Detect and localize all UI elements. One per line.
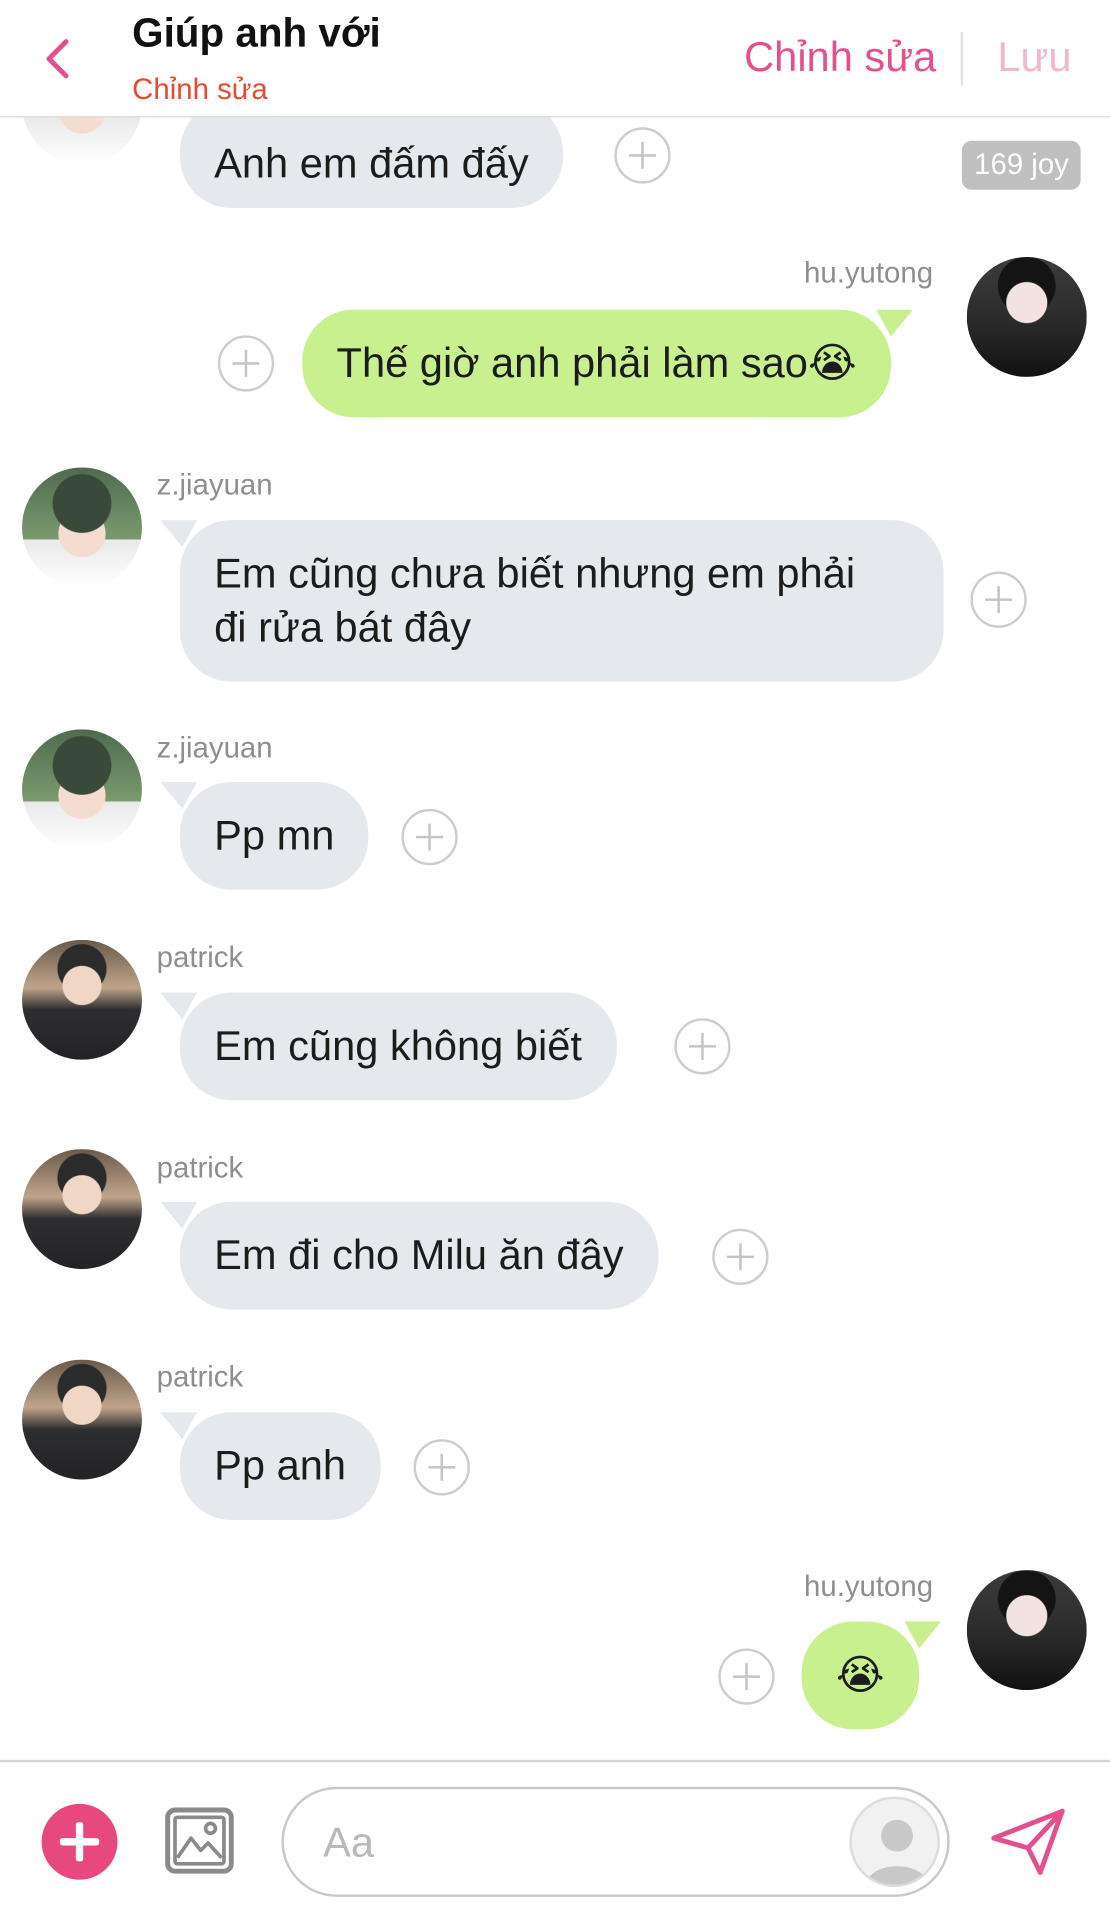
bubble-tail-icon: [160, 992, 198, 1020]
add-attachment-button[interactable]: [41, 1803, 118, 1880]
bubble-tail-icon: [904, 1621, 941, 1649]
react-plus-button[interactable]: [413, 1439, 470, 1496]
chat-title: Giúp anh với: [132, 9, 381, 56]
message-text-line: Em cũng chưa biết nhưng em phải: [214, 550, 856, 598]
avatar-z-jiayuan[interactable]: [22, 729, 142, 850]
react-plus-button[interactable]: [718, 1648, 775, 1705]
sender-name: patrick: [156, 1151, 244, 1185]
message-input[interactable]: [323, 1813, 838, 1873]
message-bubble[interactable]: Em cũng không biết: [160, 992, 617, 1101]
message-input-container: [281, 1786, 950, 1897]
message-bubble[interactable]: Pp anh: [160, 1412, 381, 1520]
composer-bar: [0, 1759, 1110, 1920]
react-plus-button[interactable]: [217, 335, 275, 392]
message-bubble[interactable]: Em cũng chưa biết nhưng em phải đi rửa b…: [160, 520, 944, 682]
message-bubble[interactable]: Em đi cho Milu ăn đây: [160, 1201, 658, 1310]
message-bubble[interactable]: Anh em đấm đấy: [179, 117, 563, 209]
avatar-patrick[interactable]: [22, 1359, 142, 1480]
sender-name: hu.yutong: [804, 1570, 934, 1604]
persona-avatar-icon[interactable]: [849, 1796, 940, 1888]
avatar-patrick[interactable]: [22, 1149, 142, 1270]
avatar-hu-yutong[interactable]: [966, 256, 1087, 377]
sender-name: z.jiayuan: [156, 468, 273, 502]
avatar-z-jiayuan[interactable]: [22, 467, 142, 588]
edit-button[interactable]: Chỉnh sửa: [744, 34, 936, 82]
header-divider: [960, 31, 964, 86]
bubble-tail-icon: [876, 309, 913, 337]
joy-count-badge: 169 joy: [961, 140, 1082, 190]
sender-name: hu.yutong: [804, 256, 934, 291]
sender-name: patrick: [156, 1360, 244, 1394]
image-icon[interactable]: [164, 1806, 235, 1875]
message-text: 😭: [835, 1652, 885, 1699]
react-plus-button[interactable]: [401, 808, 458, 866]
send-icon[interactable]: [989, 1806, 1067, 1877]
message-bubble[interactable]: Thế giờ anh phải làm sao😭: [302, 309, 913, 418]
react-plus-button[interactable]: [970, 571, 1027, 628]
message-text: Em đi cho Milu ăn đây: [214, 1232, 624, 1279]
bubble-tail-icon: [160, 782, 198, 809]
message-text: Em cũng không biết: [214, 1023, 582, 1070]
chat-header: Giúp anh với Chỉnh sửa Chỉnh sửa Lưu: [0, 0, 1110, 118]
message-list[interactable]: Anh em đấm đấy 169 joy hu.yutong Thế giờ…: [0, 117, 1110, 1759]
save-button[interactable]: Lưu: [997, 34, 1071, 82]
bubble-tail-icon: [160, 1201, 198, 1229]
message-text-line: đi rửa bát đây: [214, 604, 472, 652]
message-text: Thế giờ anh phải làm sao😭: [336, 340, 857, 387]
sender-name: z.jiayuan: [156, 731, 273, 765]
sender-name: patrick: [156, 941, 244, 975]
react-plus-button[interactable]: [674, 1018, 731, 1075]
bubble-tail-icon: [160, 1412, 198, 1440]
react-plus-button[interactable]: [614, 127, 671, 184]
react-plus-button[interactable]: [712, 1228, 769, 1285]
message-text: Anh em đấm đấy: [214, 140, 529, 188]
avatar-patrick[interactable]: [22, 939, 142, 1060]
message-text: Pp anh: [214, 1442, 347, 1490]
message-text: Pp mn: [214, 812, 335, 860]
back-chevron-icon[interactable]: [39, 32, 81, 86]
message-bubble[interactable]: 😭: [801, 1621, 941, 1730]
avatar-hu-yutong[interactable]: [966, 1570, 1087, 1691]
avatar-z-jiayuan[interactable]: [22, 117, 142, 164]
message-bubble[interactable]: Pp mn: [160, 782, 369, 890]
bubble-tail-icon: [160, 520, 198, 548]
chat-subtitle: Chỉnh sửa: [132, 73, 268, 107]
